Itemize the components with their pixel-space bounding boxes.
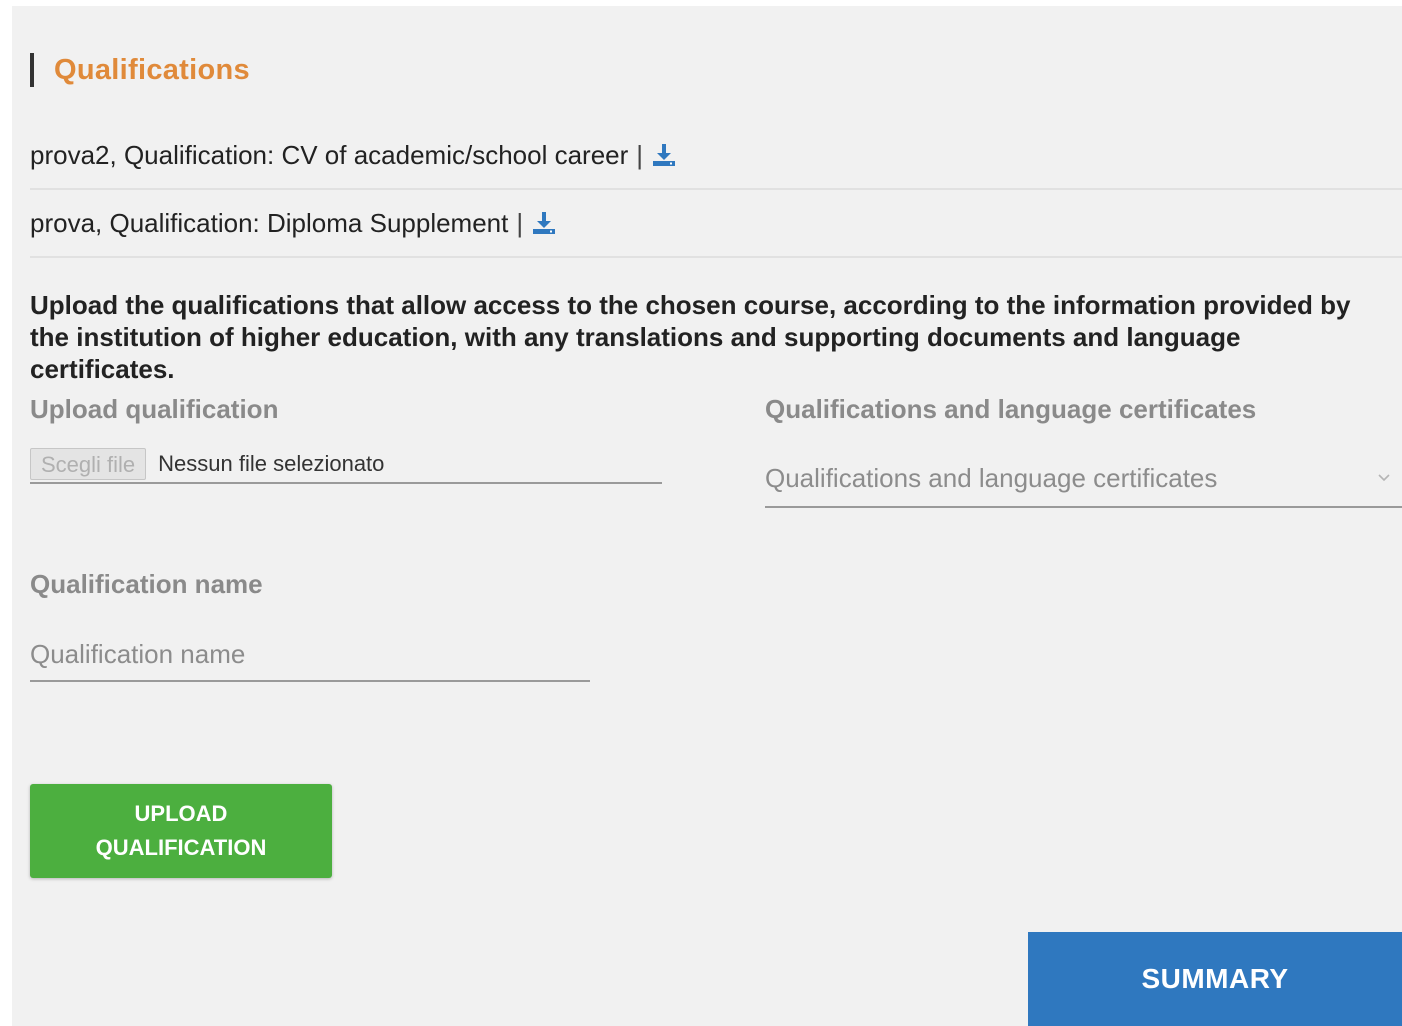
download-icon[interactable] [651,142,677,168]
qualification-type-label: Qualifications and language certificates [765,394,1257,424]
qualification-item: prova2, Qualification: CV of academic/sc… [30,122,1402,190]
qualification-type-select[interactable]: Qualifications and language certificates [765,450,1402,508]
qualification-item-separator: | [636,139,644,170]
file-input[interactable]: Scegli file Nessun file selezionato [30,446,662,484]
section-heading: Qualifications [30,50,250,90]
file-status-text: Nessun file selezionato [158,451,385,476]
qualification-name-label: Qualification name [30,569,263,599]
qualification-item-text: prova2, Qualification: CV of academic/sc… [30,139,629,170]
download-icon[interactable] [531,210,557,236]
qualification-item: prova, Qualification: Diploma Supplement… [30,190,1402,258]
chevron-down-icon [1378,474,1390,482]
qualifications-panel: Qualifications prova2, Qualification: CV… [12,6,1402,1026]
upload-qualification-button-label: UPLOAD QUALIFICATION [95,801,267,860]
section-title: Qualifications [54,53,250,86]
heading-accent-bar [30,53,34,87]
qualification-name-input[interactable] [30,628,590,682]
uploaded-qualifications-list: prova2, Qualification: CV of academic/sc… [30,122,1402,258]
choose-file-button[interactable]: Scegli file [30,448,147,480]
summary-button[interactable]: SUMMARY [1028,932,1402,1026]
upload-instructions: Upload the qualifications that allow acc… [30,290,1351,384]
upload-qualification-button[interactable]: UPLOAD QUALIFICATION [30,784,332,878]
qualification-type-value: Qualifications and language certificates [765,462,1218,493]
upload-qualification-label: Upload qualification [30,394,279,424]
qualification-item-separator: | [516,207,524,238]
qualification-item-text: prova, Qualification: Diploma Supplement [30,207,509,238]
